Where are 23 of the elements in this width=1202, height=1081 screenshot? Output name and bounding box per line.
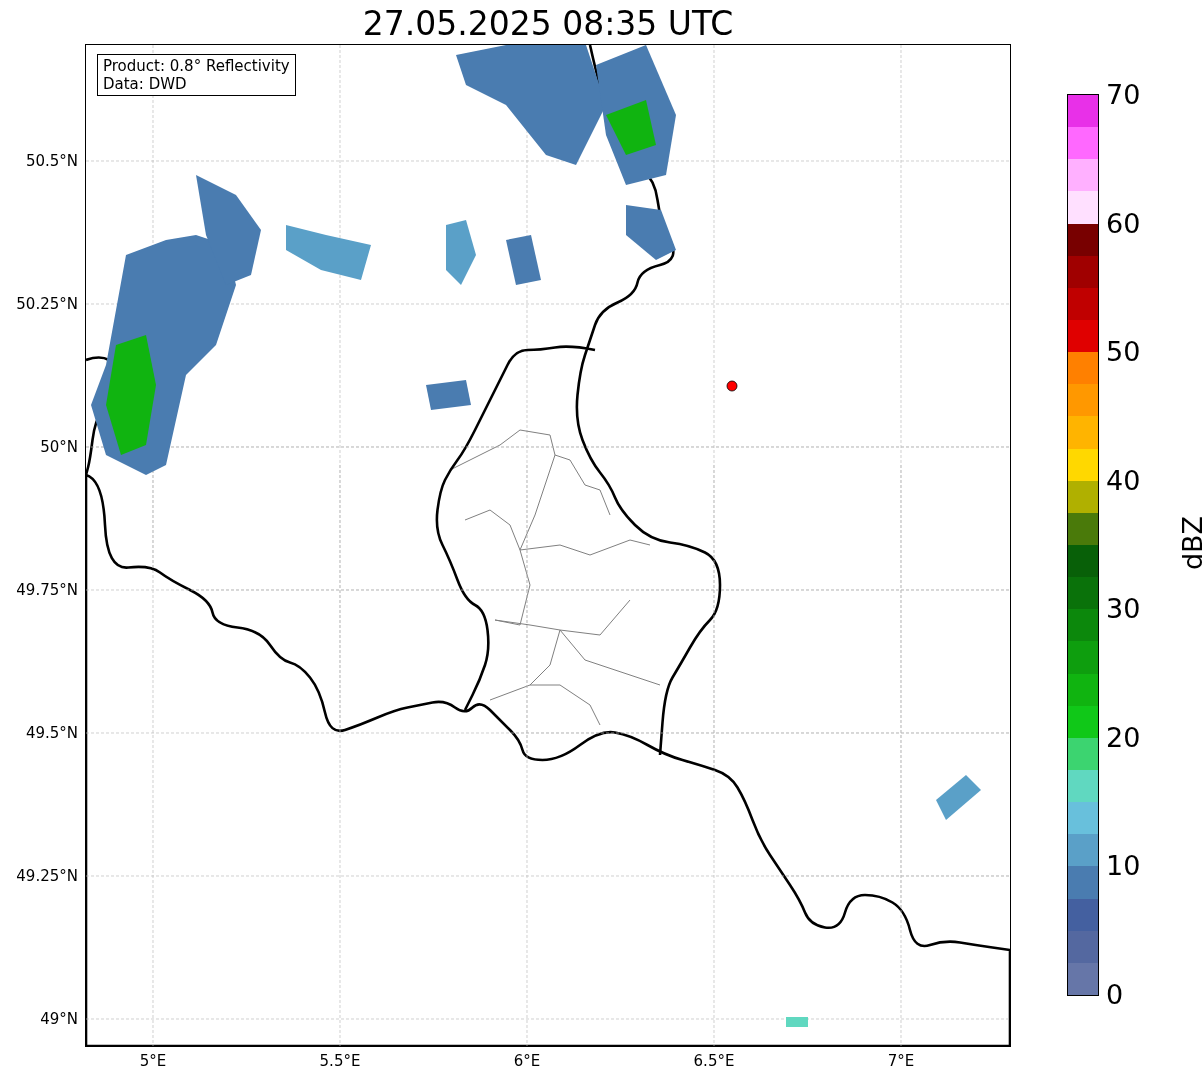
colorbar-tick-label: 30 xyxy=(1106,593,1141,626)
chart-title: 27.05.2025 08:35 UTC xyxy=(361,3,735,45)
colorbar-tick-label: 60 xyxy=(1106,207,1141,240)
latitude-label: 50.25°N xyxy=(16,294,78,314)
colorbar-label: dBZ xyxy=(1177,515,1202,571)
longitude-label: 6.5°E xyxy=(692,1051,736,1071)
colorbar-tick-label: 10 xyxy=(1106,850,1141,883)
colorbar-tick-label: 20 xyxy=(1106,721,1141,754)
colorbar-tick-label: 50 xyxy=(1106,336,1141,369)
latitude-label: 49°N xyxy=(40,1009,78,1029)
latitude-label: 49.75°N xyxy=(16,580,78,600)
latitude-label: 49.5°N xyxy=(25,723,78,743)
colorbar-tick-label: 70 xyxy=(1106,79,1141,111)
latitude-label: 50°N xyxy=(40,437,78,457)
longitude-label: 6°E xyxy=(512,1051,542,1071)
latitude-label: 49.25°N xyxy=(16,866,78,886)
colorbar-tick-label: 0 xyxy=(1106,979,1124,1011)
colorbar-tick-label: 40 xyxy=(1106,464,1141,497)
latitude-label: 50.5°N xyxy=(25,151,78,171)
longitude-label: 5.5°E xyxy=(318,1051,362,1071)
longitude-label: 5°E xyxy=(138,1051,168,1071)
info-box: Product: 0.8° Reflectivity Data: DWD xyxy=(97,54,296,96)
longitude-label: 7°E xyxy=(886,1051,916,1071)
